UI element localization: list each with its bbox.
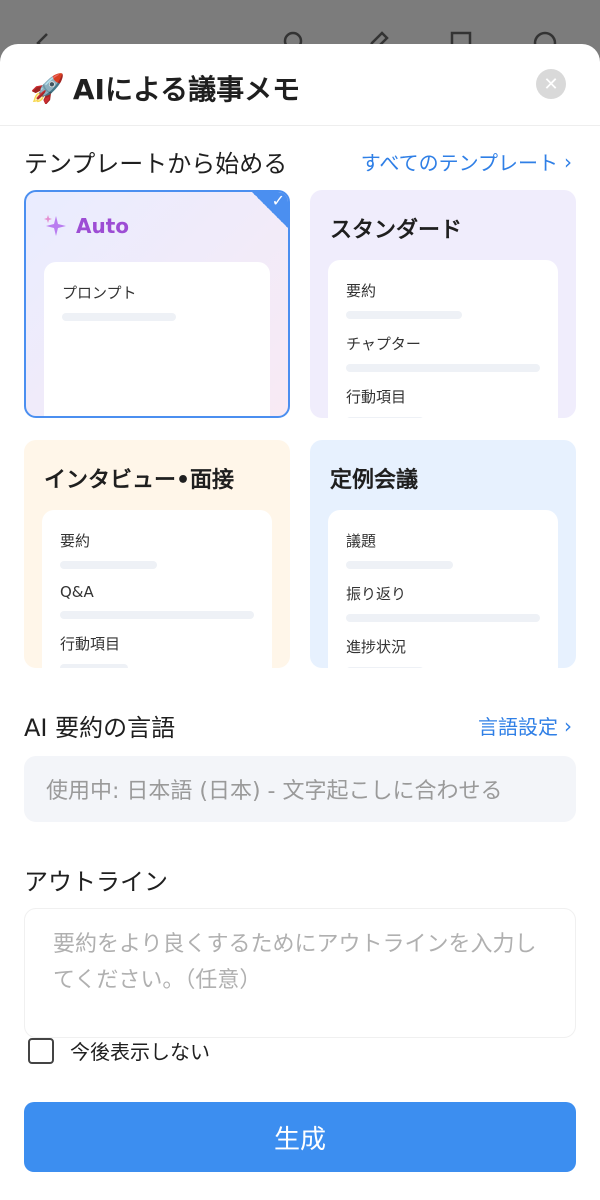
dont-show-again-row[interactable]: 今後表示しない (28, 1036, 210, 1065)
preview-line-label: 議題 (346, 532, 377, 550)
template-card-auto[interactable]: ✓ Auto プロンプト (24, 190, 290, 418)
preview-line-label: 行動項目 (346, 388, 407, 406)
preview-line-bar (346, 667, 424, 668)
summary-language-value: 使用中: 日本語 (日本) - 文字起こしに合わせる (46, 779, 503, 804)
auto-card-title: Auto (44, 214, 129, 238)
close-button[interactable]: ✕ (536, 69, 566, 99)
language-settings-link[interactable]: 言語設定 › (478, 711, 572, 740)
dont-show-again-label: 今後表示しない (70, 1040, 210, 1064)
template-card-interview[interactable]: インタビュー•面接 要約 Q&A 行動項目 (24, 440, 290, 668)
template-card-standard[interactable]: スタンダード 要約 チャプター 行動項目 (310, 190, 576, 418)
preview-line-bar (346, 561, 453, 569)
preview-line-label: 要約 (60, 532, 91, 550)
auto-card-preview: プロンプト (44, 262, 270, 416)
language-settings-link-label: 言語設定 (478, 715, 558, 739)
preview-line-bar (62, 313, 176, 321)
preview-line-bar (60, 611, 254, 619)
templates-section-header: テンプレートから始める すべてのテンプレート › (24, 144, 572, 179)
preview-line-label: 振り返り (346, 585, 407, 603)
chevron-right-icon: › (564, 149, 572, 174)
outline-input[interactable]: 要約をより良くするためにアウトラインを入力してください。（任意） (24, 908, 576, 1038)
preview-line-label: Q&A (60, 583, 94, 601)
preview-line-bar (60, 664, 128, 668)
rocket-icon: 🚀 (30, 71, 65, 105)
templates-section-title: テンプレートから始める (24, 150, 288, 178)
dont-show-again-checkbox[interactable] (28, 1037, 54, 1064)
outline-section-title: アウトライン (24, 868, 168, 896)
auto-card-title-text: Auto (76, 214, 130, 238)
summary-language-field[interactable]: 使用中: 日本語 (日本) - 文字起こしに合わせる (24, 756, 576, 822)
template-card-regular-meeting[interactable]: 定例会議 議題 振り返り 進捗状況 (310, 440, 576, 668)
regular-card-preview: 議題 振り返り 進捗状況 (328, 510, 558, 668)
selected-check-icon: ✓ (250, 192, 288, 230)
preview-line-label: 行動項目 (60, 635, 121, 653)
outline-placeholder: 要約をより良くするためにアウトラインを入力してください。（任意） (53, 932, 537, 993)
outline-section-header: アウトライン (24, 862, 572, 897)
interview-card-title: インタビュー•面接 (44, 468, 235, 493)
sheet-title: 🚀 AIによる議事メモ (30, 68, 300, 108)
all-templates-link-label: すべてのテンプレート (360, 151, 558, 175)
regular-card-title: 定例会議 (330, 468, 419, 493)
generate-button[interactable]: 生成 (24, 1102, 576, 1172)
preview-line-label: 要約 (346, 282, 377, 300)
generate-button-label: 生成 (273, 1124, 326, 1155)
all-templates-link[interactable]: すべてのテンプレート › (361, 147, 572, 176)
preview-line-bar (346, 614, 540, 622)
sparkle-icon (44, 215, 66, 236)
preview-line-bar (346, 364, 540, 372)
standard-card-preview: 要約 チャプター 行動項目 (328, 260, 558, 418)
preview-line-bar (346, 311, 463, 319)
language-section-header: AI 要約の言語 言語設定 › (24, 708, 572, 743)
preview-line-bar (60, 561, 157, 569)
preview-line-label: プロンプト (62, 284, 137, 302)
close-icon: ✕ (543, 73, 559, 95)
sheet-header: 🚀 AIによる議事メモ ✕ (0, 44, 600, 126)
language-section-title: AI 要約の言語 (24, 714, 176, 742)
interview-card-preview: 要約 Q&A 行動項目 (42, 510, 272, 668)
standard-card-title: スタンダード (330, 218, 463, 243)
preview-line-label: 進捗状況 (346, 638, 407, 656)
sheet-title-text: AIによる議事メモ (72, 73, 301, 106)
preview-line-bar (346, 417, 424, 418)
preview-line-label: チャプター (346, 335, 421, 353)
chevron-right-icon: › (564, 713, 572, 738)
ai-minutes-sheet: 🚀 AIによる議事メモ ✕ テンプレートから始める すべてのテンプレート › ✓… (0, 44, 600, 1200)
